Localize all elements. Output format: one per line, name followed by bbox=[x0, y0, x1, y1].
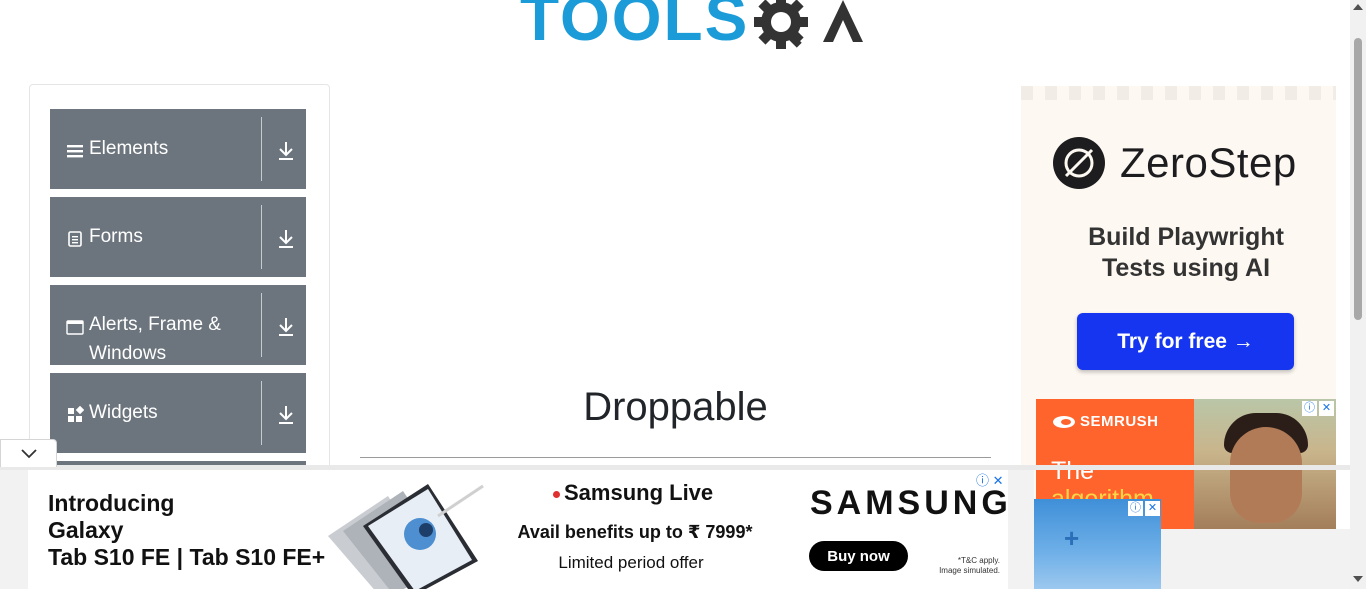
scroll-down-arrow-icon[interactable] bbox=[1353, 576, 1363, 582]
ad-close-icon[interactable]: ✕ bbox=[1319, 401, 1334, 416]
document-icon bbox=[68, 231, 82, 247]
samsung-banner-ad[interactable]: Introducing Galaxy Tab S10 FE | Tab S10 … bbox=[28, 470, 1008, 589]
download-arrow-icon[interactable] bbox=[276, 315, 296, 337]
live-dot bbox=[553, 490, 560, 498]
samsung-intro-line3: Tab S10 FE | Tab S10 FE+ bbox=[48, 544, 326, 570]
group-divider bbox=[261, 117, 262, 181]
tablet-image bbox=[328, 484, 484, 589]
zerostep-brand: ZeroStep bbox=[1052, 136, 1297, 190]
buy-now-button[interactable]: Buy now bbox=[809, 541, 908, 571]
group-widgets[interactable]: Widgets bbox=[50, 373, 306, 453]
group-elements[interactable]: Elements bbox=[50, 109, 306, 189]
ad-close-icon[interactable]: ✕ bbox=[1145, 501, 1160, 516]
title-divider bbox=[360, 457, 991, 458]
page-title: Droppable bbox=[583, 385, 768, 429]
group-label-line2: Windows bbox=[89, 343, 167, 364]
ad-gutter-right bbox=[1008, 470, 1034, 589]
collapse-ad-tab[interactable] bbox=[0, 439, 57, 467]
small-blue-ad[interactable]: + ⓘ ✕ bbox=[1034, 499, 1161, 589]
window-icon bbox=[66, 320, 84, 335]
samsung-intro-line2: Galaxy bbox=[48, 517, 124, 543]
zerostep-name: ZeroStep bbox=[1120, 139, 1297, 186]
group-alerts-frame-windows[interactable]: Alerts, Frame & Windows bbox=[50, 285, 306, 365]
zerostep-line1: Build Playwright bbox=[1088, 223, 1284, 251]
samsung-limited: Limited period offer bbox=[558, 553, 704, 572]
hamburger-icon bbox=[67, 145, 83, 158]
group-label: Widgets bbox=[89, 402, 158, 423]
try-for-free-button[interactable]: Try for free → bbox=[1077, 313, 1294, 370]
left-panel: Elements Forms Alerts, Frame & Windows W… bbox=[29, 84, 330, 541]
group-label: Elements bbox=[89, 138, 169, 159]
ad-info-icon[interactable]: ⓘ bbox=[1128, 501, 1143, 516]
semrush-line1: The bbox=[1051, 457, 1095, 485]
semrush-logo: SEMRUSH bbox=[1052, 413, 1159, 430]
scroll-thumb[interactable] bbox=[1354, 38, 1362, 320]
ad-info-icon[interactable]: ⓘ bbox=[1302, 401, 1317, 416]
group-divider bbox=[261, 381, 262, 445]
logo-qa-mark bbox=[751, 0, 869, 50]
zerostep-logo-icon bbox=[1053, 137, 1105, 189]
download-arrow-icon[interactable] bbox=[276, 227, 296, 249]
group-label: Alerts, Frame & bbox=[89, 314, 221, 335]
samsung-live-text: Samsung Live bbox=[564, 480, 714, 505]
group-forms[interactable]: Forms bbox=[50, 197, 306, 277]
person-face bbox=[1230, 427, 1302, 523]
toolsqa-logo[interactable]: TOOLS bbox=[520, 0, 869, 50]
gear-icon bbox=[754, 0, 864, 49]
download-arrow-icon[interactable] bbox=[276, 403, 296, 425]
scroll-up-arrow-icon[interactable] bbox=[1353, 4, 1363, 10]
chevron-down-icon bbox=[21, 449, 37, 459]
samsung-intro: Introducing Galaxy Tab S10 FE | Tab S10 … bbox=[48, 490, 325, 571]
samsung-avail: Avail benefits up to ₹ 7999* bbox=[517, 522, 753, 542]
group-divider bbox=[261, 205, 262, 269]
semrush-photo bbox=[1194, 399, 1336, 529]
widgets-icon bbox=[68, 406, 84, 422]
zerostep-line2: Tests using AI bbox=[1101, 254, 1271, 282]
ad-gutter-left bbox=[0, 470, 28, 589]
semrush-flame-icon bbox=[1053, 415, 1075, 428]
ad-gutter-right-lower bbox=[1161, 529, 1350, 589]
samsung-tc-line1: *T&C apply. bbox=[957, 556, 1000, 565]
download-arrow-icon[interactable] bbox=[276, 139, 296, 161]
group-label: Forms bbox=[89, 226, 143, 247]
samsung-logo: SAMSUNG bbox=[810, 484, 1008, 522]
plus-icon: + bbox=[1064, 523, 1080, 553]
samsung-intro-line1: Introducing bbox=[48, 490, 175, 516]
page: TOOLS Elements Forms Alerts, Frame & Win… bbox=[0, 0, 1366, 589]
ad-pattern bbox=[1021, 86, 1336, 100]
samsung-live: Samsung Live bbox=[553, 480, 713, 506]
samsung-tc-line2: Image simulated. bbox=[939, 566, 1000, 575]
logo-tools-text: TOOLS bbox=[520, 0, 750, 54]
group-divider bbox=[261, 293, 262, 357]
ad-info-close-icon[interactable]: ⓘ ✕ bbox=[976, 470, 1004, 489]
zerostep-copy: Build Playwright Tests using AI bbox=[1021, 222, 1336, 284]
vertical-scrollbar[interactable] bbox=[1350, 0, 1366, 589]
semrush-brand: SEMRUSH bbox=[1080, 413, 1159, 430]
samsung-tc: *T&C apply. Image simulated. bbox=[928, 556, 1000, 576]
